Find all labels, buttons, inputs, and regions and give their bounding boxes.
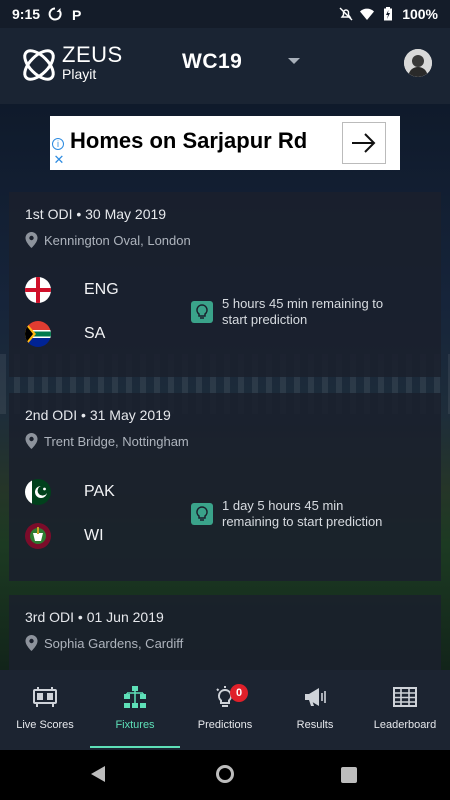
fixture-card[interactable]: 2nd ODI • 31 May 2019 Trent Bridge, Nott… [9, 393, 441, 581]
prediction-status[interactable]: 1 day 5 hours 45 min remaining to start … [191, 498, 402, 530]
battery-charging-icon [384, 7, 393, 21]
system-navigation-bar [0, 750, 450, 800]
parking-app-icon: P [72, 7, 81, 21]
fixture-card[interactable]: 1st ODI • 30 May 2019 Kennington Oval, L… [9, 192, 441, 377]
nav-label: Results [296, 719, 334, 731]
arrow-right-icon [352, 133, 376, 153]
home-icon[interactable] [216, 765, 234, 783]
status-bar: 9:15 P 100% [0, 0, 450, 28]
ad-headline[interactable]: Homes on Sarjapur Rd [70, 128, 307, 154]
ad-close-icon[interactable]: ✕ [52, 153, 66, 166]
nav-label: Predictions [197, 719, 253, 731]
bottom-navigation: Live Scores Fixtures 0 Predictions Resul… [0, 670, 450, 750]
team-row: SA [25, 321, 105, 347]
match-venue: Trent Bridge, Nottingham [25, 433, 189, 449]
bracket-icon [123, 686, 147, 708]
team-row: PAK [25, 479, 115, 505]
nav-predictions[interactable]: 0 Predictions [180, 670, 270, 750]
team-name: WI [84, 527, 104, 544]
status-time: 9:15 [12, 6, 41, 22]
grid-table-icon [393, 686, 417, 708]
south-africa-flag-icon [25, 321, 51, 347]
match-title: 3rd ODI • 01 Jun 2019 [25, 609, 164, 625]
match-venue: Sophia Gardens, Cardiff [25, 635, 183, 651]
west-indies-flag-icon [25, 523, 51, 549]
nav-label: Live Scores [16, 719, 74, 731]
sync-icon [48, 7, 62, 21]
team-row: WI [25, 523, 104, 549]
tournament-selector[interactable]: WC19 [182, 50, 242, 74]
team-name: SA [84, 325, 106, 342]
nav-label: Fixtures [115, 719, 155, 731]
chevron-down-icon[interactable] [288, 58, 300, 64]
battery-level: 100% [402, 6, 438, 22]
logo-title: ZEUS [62, 42, 123, 67]
location-pin-icon [25, 433, 38, 449]
team-name: PAK [84, 483, 115, 500]
nav-results[interactable]: Results [270, 670, 360, 750]
location-pin-icon [25, 232, 38, 248]
app-logo[interactable]: ZEUS Playit [18, 44, 123, 86]
team-name: ENG [84, 281, 119, 298]
prediction-countdown: 5 hours 45 min remaining to start predic… [222, 296, 384, 327]
ad-arrow-button[interactable] [342, 122, 386, 164]
predictions-count-badge: 0 [230, 684, 248, 702]
nav-label: Leaderboard [373, 719, 437, 731]
scoreboard-icon [33, 686, 57, 708]
match-title: 2nd ODI • 31 May 2019 [25, 407, 171, 423]
logo-subtitle: Playit [62, 66, 97, 82]
fixture-card[interactable]: 3rd ODI • 01 Jun 2019 Sophia Gardens, Ca… [9, 595, 441, 670]
england-flag-icon [25, 277, 51, 303]
recent-apps-icon[interactable] [341, 767, 357, 783]
prediction-status[interactable]: 5 hours 45 min remaining to start predic… [191, 296, 402, 328]
svg-text:P: P [72, 7, 81, 21]
match-title: 1st ODI • 30 May 2019 [25, 206, 167, 222]
lightbulb-icon [191, 503, 213, 525]
nav-fixtures[interactable]: Fixtures [90, 670, 180, 750]
nav-live-scores[interactable]: Live Scores [0, 670, 90, 750]
team-row: ENG [25, 277, 119, 303]
fixtures-list[interactable]: 1st ODI • 30 May 2019 Kennington Oval, L… [9, 192, 441, 670]
ad-info-icon[interactable]: i ✕ [52, 138, 66, 166]
avatar[interactable] [404, 49, 432, 77]
pakistan-flag-icon [25, 479, 51, 505]
megaphone-icon [303, 686, 327, 708]
app-header: ZEUS Playit WC19 [0, 28, 450, 104]
notifications-off-icon [339, 7, 353, 21]
location-pin-icon [25, 635, 38, 651]
zeus-logo-icon [23, 49, 55, 81]
nav-leaderboard[interactable]: Leaderboard [360, 670, 450, 750]
ad-banner[interactable]: i ✕ Homes on Sarjapur Rd [50, 116, 400, 170]
match-venue: Kennington Oval, London [25, 232, 191, 248]
back-icon[interactable] [91, 766, 105, 782]
lightbulb-icon [191, 301, 213, 323]
prediction-countdown: 1 day 5 hours 45 min remaining to start … [222, 498, 383, 529]
wifi-icon [360, 8, 375, 20]
